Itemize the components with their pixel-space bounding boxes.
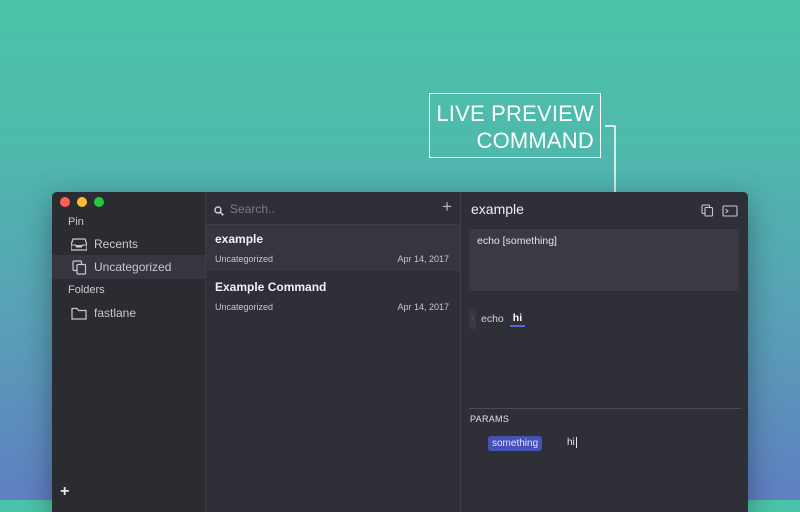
folder-icon (70, 305, 88, 321)
app-window: Pin Recents Uncategorized Folders fastla… (52, 192, 748, 512)
minimize-window-button[interactable] (77, 197, 87, 207)
search-input[interactable] (228, 200, 422, 218)
sidebar-item-recents[interactable]: Recents (52, 232, 205, 256)
command-date: Apr 14, 2017 (397, 254, 449, 264)
sidebar-item-fastlane[interactable]: fastlane (52, 301, 205, 325)
sidebar-item-label: Uncategorized (94, 260, 172, 274)
search-icon (214, 203, 224, 221)
window-controls (60, 197, 104, 207)
copy-icon (70, 259, 88, 275)
param-name-badge: something (488, 436, 543, 451)
preview-command-text: echo (481, 313, 504, 325)
command-category: Uncategorized (215, 254, 274, 264)
command-list: + example Uncategorized Apr 14, 2017 Exa… (206, 192, 461, 512)
command-date: Apr 14, 2017 (397, 302, 449, 312)
live-preview: › echo hi (469, 309, 526, 329)
close-window-button[interactable] (60, 197, 70, 207)
list-item[interactable]: example Uncategorized Apr 14, 2017 (206, 225, 460, 271)
command-editor[interactable]: echo [something] (469, 229, 739, 291)
add-folder-button[interactable]: + (60, 484, 69, 500)
callout-line-1: LIVE PREVIEW (436, 101, 594, 126)
command-title: Example Command (215, 280, 327, 294)
command-detail: example echo [something] › echo hi PARAM… (461, 192, 748, 512)
sidebar-item-label: Recents (94, 237, 139, 251)
preview-gutter: › (469, 309, 476, 329)
command-title: example (215, 232, 264, 246)
sidebar-item-label: fastlane (94, 306, 137, 320)
sidebar-item-uncategorized[interactable]: Uncategorized (52, 255, 205, 279)
pin-section-label: Pin (68, 216, 84, 228)
command-category: Uncategorized (215, 302, 274, 312)
search-bar: + (206, 192, 460, 225)
sidebar: Pin Recents Uncategorized Folders fastla… (52, 192, 206, 512)
detail-toolbar (701, 204, 738, 222)
terminal-icon[interactable] (722, 204, 738, 222)
add-command-button[interactable]: + (442, 198, 452, 215)
zoom-window-button[interactable] (94, 197, 104, 207)
folders-section-label: Folders (68, 284, 105, 296)
params-section-label: PARAMS (470, 414, 510, 424)
callout-line-2: COMMAND (476, 128, 594, 153)
list-item[interactable]: Example Command Uncategorized Apr 14, 20… (206, 273, 460, 319)
live-preview-callout: LIVE PREVIEW COMMAND (429, 93, 601, 158)
param-value-input[interactable]: hi (567, 437, 577, 448)
inbox-icon (70, 236, 88, 252)
preview-param-value: hi (509, 312, 526, 327)
detail-title: example (471, 201, 524, 217)
copy-icon[interactable] (701, 204, 714, 222)
params-divider (469, 408, 741, 409)
